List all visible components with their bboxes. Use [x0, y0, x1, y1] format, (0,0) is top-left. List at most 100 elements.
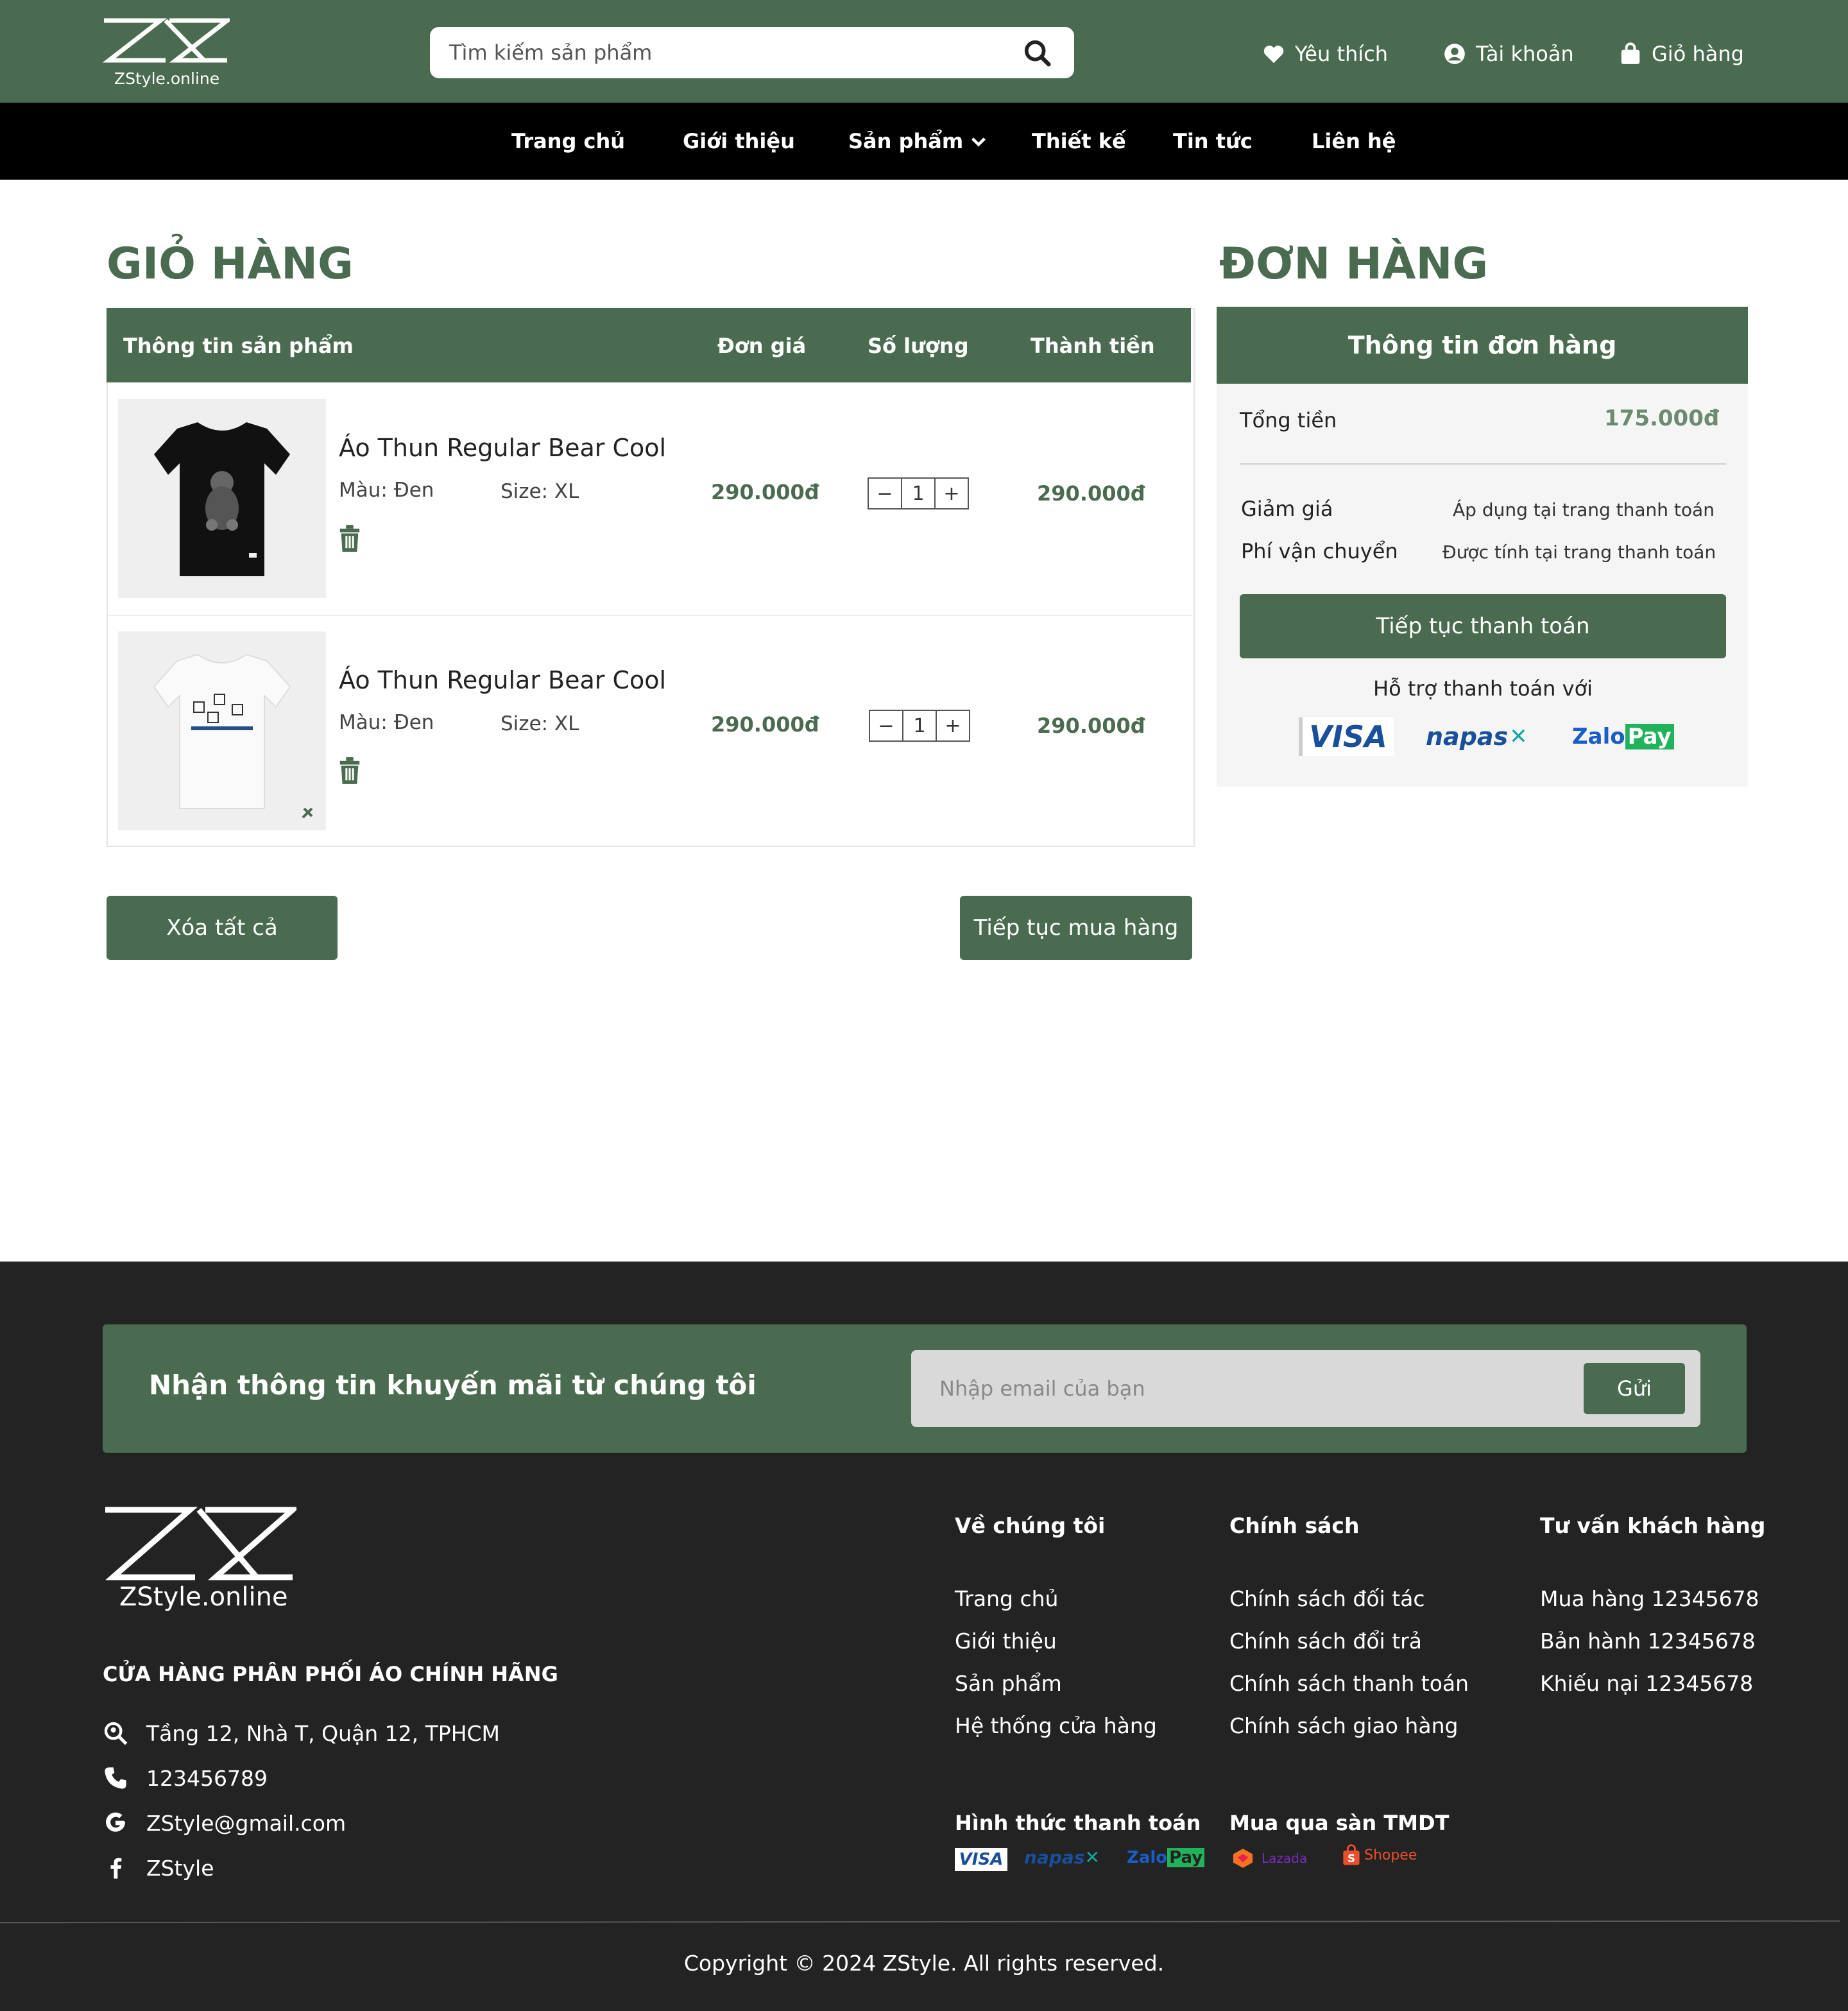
- search-input[interactable]: [449, 36, 1014, 69]
- discount-value: Áp dụng tại trang thanh toán: [1453, 499, 1715, 520]
- header-line-total: Thành tiền: [1031, 334, 1155, 358]
- continue-shopping-button[interactable]: Tiếp tục mua hàng: [960, 896, 1192, 960]
- header-quantity: Số lượng: [868, 334, 969, 358]
- footer-col-about-title: Về chúng tôi: [955, 1513, 1106, 1538]
- quantity-value[interactable]: 1: [902, 711, 937, 740]
- contact-facebook[interactable]: ZStyle: [103, 1852, 214, 1884]
- newsletter-field: [911, 1350, 1700, 1427]
- shopee-text: Shopee: [1364, 1847, 1417, 1863]
- product-name[interactable]: Áo Thun Regular Bear Cool: [339, 434, 666, 462]
- email-input[interactable]: [939, 1369, 1543, 1408]
- napas-logo: napas ✕: [1426, 723, 1528, 751]
- footer-col-support-title: Tư vấn khách hàng: [1540, 1513, 1766, 1538]
- phone-text: 123456789: [146, 1765, 268, 1791]
- facebook-icon: [110, 1858, 122, 1879]
- discount-label: Giảm giá: [1241, 497, 1333, 521]
- shipping-label: Phí vận chuyển: [1241, 539, 1398, 563]
- footer-napas-logo: napas✕: [1024, 1847, 1100, 1868]
- tshirt-white-image: [118, 631, 326, 830]
- total-value: 175.000đ: [1604, 406, 1720, 431]
- decrease-button[interactable]: −: [869, 479, 901, 508]
- line-total: 290.000đ: [1037, 481, 1145, 506]
- newsletter-text: Nhận thông tin khuyến mãi từ chúng tôi: [149, 1369, 757, 1401]
- chevron-down-icon: [971, 137, 986, 147]
- product-color: Màu: Đen: [339, 711, 434, 734]
- footer-link-return-policy[interactable]: Chính sách đổi trả: [1229, 1629, 1422, 1654]
- order-divider: [1240, 463, 1726, 465]
- footer-logo[interactable]: [103, 1507, 296, 1582]
- shopee-link[interactable]: S Shopee: [1342, 1844, 1417, 1866]
- product-image[interactable]: [118, 631, 326, 830]
- product-name[interactable]: Áo Thun Regular Bear Cool: [339, 666, 666, 694]
- nav-home[interactable]: Trang chủ: [511, 122, 625, 160]
- footer-link-warranty-line[interactable]: Bản hành 12345678: [1540, 1629, 1756, 1654]
- clear-all-button[interactable]: Xóa tất cả: [107, 896, 338, 960]
- trash-icon[interactable]: [338, 525, 362, 552]
- increase-button[interactable]: +: [936, 479, 968, 508]
- increase-button[interactable]: +: [937, 711, 969, 740]
- footer-link-payment-policy[interactable]: Chính sách thanh toán: [1229, 1671, 1469, 1696]
- header-unit-price: Đơn giá: [717, 334, 807, 358]
- nav-news[interactable]: Tin tức: [1173, 122, 1253, 160]
- order-summary-header: Thông tin đơn hàng: [1217, 307, 1748, 384]
- footer-visa-logo: VISA: [955, 1848, 1007, 1871]
- product-size: Size: XL: [501, 712, 579, 735]
- footer-visa-text: VISA: [959, 1850, 1004, 1869]
- favorites-link[interactable]: Yêu thích: [1262, 36, 1388, 72]
- header-product-info: Thông tin sản phẩm: [123, 334, 354, 358]
- footer-link-shipping-policy[interactable]: Chính sách giao hàng: [1229, 1713, 1458, 1738]
- nav-products-label: Sản phẩm: [848, 129, 964, 153]
- checkout-button[interactable]: Tiếp tục thanh toán: [1240, 594, 1726, 658]
- nav-contact[interactable]: Liên hệ: [1312, 122, 1396, 160]
- address-text: Tầng 12, Nhà T, Quận 12, TPHCM: [146, 1720, 501, 1746]
- account-link[interactable]: Tài khoản: [1442, 36, 1574, 72]
- footer-link-partner-policy[interactable]: Chính sách đối tác: [1229, 1586, 1425, 1611]
- footer-zalopay-pay: Pay: [1167, 1848, 1205, 1867]
- contact-address: Tầng 12, Nhà T, Quận 12, TPHCM: [103, 1717, 500, 1749]
- decrease-button[interactable]: −: [870, 711, 902, 740]
- footer-link-stores[interactable]: Hệ thống cửa hàng: [955, 1713, 1157, 1738]
- copyright-text: Copyright © 2024 ZStyle. All rights rese…: [683, 1951, 1165, 1976]
- footer-link-about[interactable]: Giới thiệu: [955, 1629, 1057, 1654]
- search-icon[interactable]: [1023, 39, 1052, 68]
- footer-col-policy-title: Chính sách: [1229, 1513, 1360, 1538]
- row-divider: [108, 615, 1192, 616]
- google-icon: [106, 1812, 125, 1832]
- footer-zalopay-logo: Zalo Pay: [1127, 1848, 1205, 1867]
- footer-napas-text: napas: [1024, 1847, 1085, 1868]
- cart-link[interactable]: Giỏ hàng: [1618, 36, 1744, 72]
- napas-logo-text: napas: [1426, 723, 1509, 751]
- lazada-link[interactable]: Lazada: [1229, 1845, 1307, 1871]
- nav-design[interactable]: Thiết kế: [1032, 122, 1126, 160]
- trash-icon[interactable]: [338, 757, 362, 784]
- footer-zalopay-zalo: Zalo: [1127, 1848, 1168, 1867]
- cart-title: GIỎ HÀNG: [107, 239, 354, 289]
- product-image[interactable]: [118, 399, 326, 598]
- total-label: Tổng tiền: [1240, 408, 1337, 432]
- zalopay-logo: Zalo Pay: [1572, 717, 1674, 756]
- footer-link-products[interactable]: Sản phẩm: [955, 1671, 1062, 1696]
- nav-about[interactable]: Giới thiệu: [683, 122, 795, 160]
- search-box: [430, 27, 1074, 78]
- footer-link-complaint-line[interactable]: Khiếu nại 12345678: [1540, 1671, 1753, 1696]
- cart-label: Giỏ hàng: [1652, 42, 1744, 66]
- contact-phone[interactable]: 123456789: [103, 1762, 268, 1794]
- footer-marketplace-title: Mua qua sàn TMDT: [1229, 1811, 1450, 1835]
- map-search-icon: [104, 1722, 128, 1745]
- user-circle-icon: [1444, 44, 1465, 64]
- footer-payment-title: Hình thức thanh toán: [955, 1811, 1201, 1835]
- zalopay-logo-zalo: Zalo: [1572, 724, 1625, 749]
- quantity-value[interactable]: 1: [901, 479, 936, 508]
- store-tagline: CỬA HÀNG PHÂN PHỐI ÁO CHÍNH HÃNG: [103, 1662, 558, 1686]
- zalopay-logo-pay: Pay: [1625, 724, 1674, 749]
- contact-email[interactable]: ZStyle@gmail.com: [103, 1807, 346, 1839]
- svg-text:S: S: [1348, 1852, 1355, 1865]
- footer-link-purchase-line[interactable]: Mua hàng 12345678: [1540, 1586, 1759, 1611]
- tshirt-black-image: [118, 399, 326, 598]
- shopee-icon: S: [1343, 1844, 1360, 1865]
- nav-products[interactable]: Sản phẩm: [848, 122, 989, 160]
- footer-link-home[interactable]: Trang chủ: [955, 1586, 1058, 1611]
- send-button[interactable]: Gửi: [1584, 1363, 1685, 1414]
- order-title: ĐƠN HÀNG: [1219, 239, 1489, 289]
- favorites-label: Yêu thích: [1295, 42, 1389, 66]
